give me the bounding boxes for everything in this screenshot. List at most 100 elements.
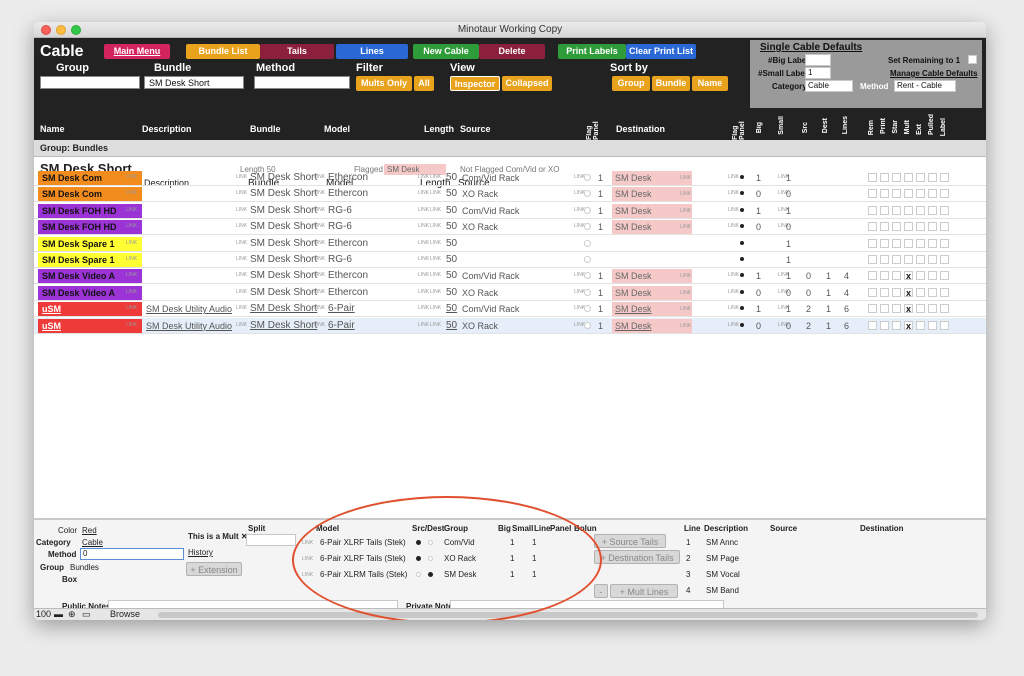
src-value[interactable]: 0 <box>806 286 811 300</box>
big-value[interactable]: 0 <box>756 187 761 201</box>
small-labels-field[interactable]: 1 <box>805 67 831 79</box>
cable-bundle[interactable]: SM Desk Short <box>250 171 317 185</box>
link-icon[interactable]: LINK <box>236 190 247 196</box>
cable-bundle[interactable]: SM Desk Short <box>250 220 317 234</box>
big-value[interactable]: 0 <box>756 319 761 333</box>
flag-panel-value[interactable]: 1 <box>598 286 603 300</box>
dest-dot-icon[interactable] <box>740 224 744 229</box>
cable-description[interactable]: SM Desk Utility Audio <box>146 319 232 333</box>
cable-model[interactable]: RG-6 <box>328 204 352 218</box>
link-icon[interactable]: LINK <box>314 256 325 262</box>
dest-dot-icon[interactable] <box>740 289 744 294</box>
rem-checkbox[interactable] <box>868 320 877 330</box>
link-icon[interactable]: LINK <box>728 322 739 328</box>
link-icon[interactable]: LINK <box>314 190 325 196</box>
main-menu-button[interactable]: Main Menu <box>104 44 170 59</box>
big-value[interactable]: 0 <box>756 286 761 300</box>
link-icon[interactable]: LINK <box>236 305 247 311</box>
flag-radio[interactable] <box>584 288 591 296</box>
ext-checkbox[interactable] <box>916 222 925 232</box>
ext-checkbox[interactable] <box>916 271 925 281</box>
print-checkbox[interactable] <box>880 287 889 297</box>
star-checkbox[interactable] <box>892 189 901 199</box>
table-row[interactable]: uSM LINK SM Desk Utility Audio LINK SM Desk … <box>34 301 986 318</box>
label-checkbox[interactable] <box>940 238 949 248</box>
link-icon[interactable]: LINK <box>430 240 441 246</box>
label-checkbox[interactable] <box>940 320 949 330</box>
link-icon[interactable]: LINK <box>126 322 137 328</box>
is-mult-toggle[interactable]: This is a Mult ✕ <box>188 532 248 541</box>
rem-checkbox[interactable] <box>868 173 877 182</box>
ext-checkbox[interactable] <box>916 173 925 182</box>
link-icon[interactable]: LINK <box>430 289 441 295</box>
method-input[interactable]: 0 <box>80 548 184 560</box>
rem-checkbox[interactable] <box>868 222 877 232</box>
small-value[interactable]: 0 <box>786 187 791 201</box>
table-row[interactable]: SM Desk Com LINK LINK SM Desk Short LINK Ethe… <box>34 170 986 186</box>
collapsed-button[interactable]: Collapsed <box>502 76 552 91</box>
minimize-window-button[interactable] <box>56 25 66 35</box>
link-icon[interactable]: LINK <box>418 289 429 295</box>
link-icon[interactable]: LINK <box>236 207 247 213</box>
pulled-checkbox[interactable] <box>928 222 937 232</box>
pulled-checkbox[interactable] <box>928 304 937 314</box>
star-checkbox[interactable] <box>892 320 901 330</box>
mult-line-number[interactable]: 3 <box>686 570 690 579</box>
pulled-checkbox[interactable] <box>928 238 937 248</box>
link-icon[interactable]: LINK <box>430 190 441 196</box>
cable-model[interactable]: Ethercon <box>328 187 368 201</box>
link-icon[interactable]: LINK <box>728 305 739 311</box>
link-icon[interactable]: LINK <box>418 305 429 311</box>
dest-dot-icon[interactable] <box>740 191 744 196</box>
link-icon[interactable]: LINK <box>680 175 691 181</box>
rem-checkbox[interactable] <box>868 255 877 264</box>
link-icon[interactable]: LINK <box>680 191 691 197</box>
label-checkbox[interactable] <box>940 287 949 297</box>
sort-name-button[interactable]: Name <box>692 76 728 91</box>
rem-checkbox[interactable] <box>868 271 877 281</box>
dest-dot-icon[interactable] <box>740 322 744 327</box>
delete-button[interactable]: Delete <box>479 44 545 59</box>
link-icon[interactable]: LINK <box>430 272 441 278</box>
ext-checkbox[interactable] <box>916 238 925 248</box>
pulled-checkbox[interactable] <box>928 320 937 330</box>
flag-radio[interactable] <box>584 256 591 263</box>
dest-dot-icon[interactable] <box>740 257 744 261</box>
link-icon[interactable]: LINK <box>236 174 247 180</box>
cable-bundle[interactable]: SM Desk Short <box>250 204 317 218</box>
link-icon[interactable]: LINK <box>236 289 247 295</box>
group-field[interactable] <box>40 76 140 89</box>
link-icon[interactable]: LINK <box>126 256 137 262</box>
label-checkbox[interactable] <box>940 222 949 232</box>
pulled-checkbox[interactable] <box>928 271 937 281</box>
cable-source[interactable]: XO Rack <box>462 286 498 300</box>
label-checkbox[interactable] <box>940 271 949 281</box>
cable-source[interactable]: XO Rack <box>462 187 498 201</box>
link-icon[interactable]: LINK <box>418 322 429 328</box>
dest-value[interactable]: 1 <box>826 319 831 333</box>
cable-source[interactable]: Com/Vid Rack <box>462 269 519 283</box>
close-window-button[interactable] <box>41 25 51 35</box>
mult-line-description[interactable]: SM Annc <box>706 538 738 547</box>
cable-length[interactable]: 50 <box>446 171 457 185</box>
small-value[interactable]: 1 <box>786 269 791 283</box>
ext-checkbox[interactable] <box>916 287 925 297</box>
link-icon[interactable]: LINK <box>430 207 441 213</box>
dest-value[interactable]: 1 <box>826 269 831 283</box>
split-field[interactable] <box>246 534 296 546</box>
star-checkbox[interactable] <box>892 173 901 182</box>
link-icon[interactable]: LINK <box>236 240 247 246</box>
flag-radio[interactable] <box>584 223 591 231</box>
cable-length[interactable]: 50 <box>446 319 457 333</box>
link-icon[interactable]: LINK <box>418 240 429 246</box>
cable-length[interactable]: 50 <box>446 187 457 201</box>
link-icon[interactable]: LINK <box>728 174 739 180</box>
link-icon[interactable]: LINK <box>126 190 137 196</box>
tails-button[interactable]: Tails <box>260 44 334 59</box>
src-value[interactable]: 2 <box>806 302 811 316</box>
zoom-out-icon[interactable]: ▬ <box>54 609 63 619</box>
small-value[interactable]: 0 <box>786 319 791 333</box>
ext-checkbox[interactable] <box>916 304 925 314</box>
destination-tails-button[interactable]: + Destination Tails <box>594 550 680 564</box>
category-field[interactable]: Cable <box>805 80 853 92</box>
